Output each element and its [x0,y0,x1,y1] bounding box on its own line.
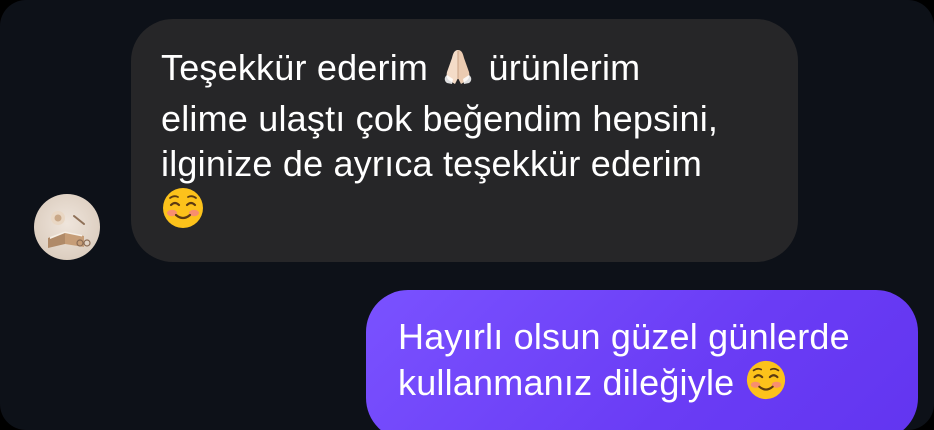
message-text: kullanmanız dileğiyle [398,362,735,403]
message-text: ürünlerim [488,47,641,88]
outgoing-message-bubble[interactable]: Hayırlı olsun güzel günlerde kullanmanız… [366,290,918,430]
smiling-face-icon [161,186,205,240]
message-text: Teşekkür ederim [161,47,429,88]
folded-hands-icon [438,48,478,96]
message-line-3: ilginize de ayrıca teşekkür ederim [161,143,703,184]
avatar-image [48,211,91,248]
sender-avatar[interactable] [34,194,100,260]
chat-thread: Teşekkür ederim ürünlerim elime ulaştı ç… [0,0,934,430]
smiling-face-icon [745,359,787,411]
incoming-message-bubble[interactable]: Teşekkür ederim ürünlerim elime ulaştı ç… [131,19,798,262]
message-line-1: Hayırlı olsun güzel günlerde [398,316,850,357]
message-line-2: elime ulaştı çok beğendim hepsini, [161,98,719,139]
message-line-1: Teşekkür ederim ürünlerim [161,45,774,96]
message-line-4 [161,186,774,240]
message-line-2: kullanmanız dileğiyle [398,359,898,411]
